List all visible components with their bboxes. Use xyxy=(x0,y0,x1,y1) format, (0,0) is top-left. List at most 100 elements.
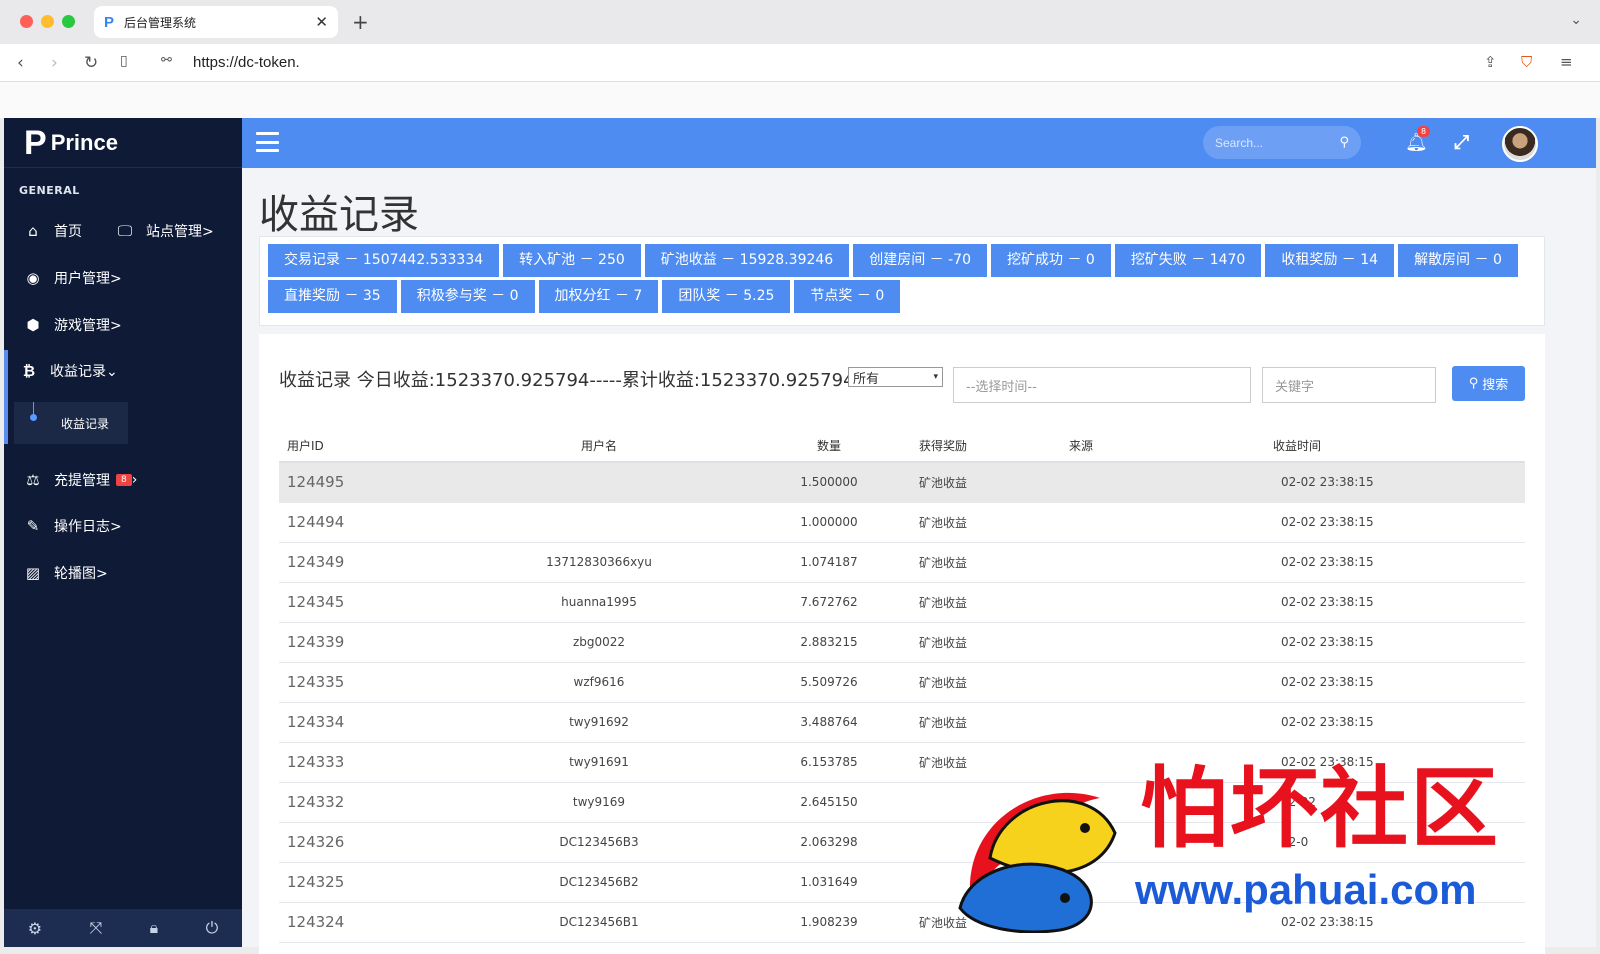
sidebar-item-site[interactable]: 🖵 站点管理> xyxy=(114,211,242,251)
table-row[interactable]: 124345 huanna1995 7.672762 矿池收益 02-02 23:38:… xyxy=(279,582,1525,623)
watermark-text: 怕坏社区 xyxy=(1140,756,1501,860)
power-icon[interactable]: ⏻ xyxy=(206,918,219,938)
search-icon[interactable]: ⚲ xyxy=(1339,135,1349,150)
share-icon[interactable]: ⇪ xyxy=(1484,53,1497,71)
forward-icon[interactable]: › xyxy=(51,53,58,73)
cell-reward: 矿池收益 xyxy=(919,582,1069,623)
table-row[interactable]: 124495 1.500000 矿池收益 02-02 23:38:15 xyxy=(279,462,1525,503)
cell-user-id: 124345 xyxy=(279,582,459,623)
stat-button[interactable]: 交易记录 － 1507442.533334 xyxy=(268,244,500,277)
edit-icon: ✎ xyxy=(26,517,40,535)
menu-icon[interactable]: ≡ xyxy=(1560,53,1573,71)
col-amount: 数量 xyxy=(739,430,919,463)
stat-button[interactable]: 团队奖 － 5.25 xyxy=(662,280,791,313)
close-window-button[interactable] xyxy=(20,15,33,28)
col-time: 收益时间 xyxy=(1239,430,1525,463)
lock-icon[interactable]: 🔒︎ xyxy=(150,918,159,938)
brand[interactable]: P Prince xyxy=(4,118,242,168)
table-header-row: 用户ID 用户名 数量 获得奖励 来源 收益时间 xyxy=(279,430,1525,463)
cell-source xyxy=(1069,662,1239,703)
sidebar-item-label: 收益记录⌄ xyxy=(50,364,118,380)
brave-shield-icon[interactable]: ⛉ xyxy=(1521,53,1532,71)
table-row[interactable]: 124494 1.000000 矿池收益 02-02 23:38:15 xyxy=(279,502,1525,543)
minimize-window-button[interactable] xyxy=(41,15,54,28)
sidebar-footer: ⚙ ⤧ 🔒︎ ⏻ xyxy=(4,909,242,947)
new-tab-button[interactable]: + xyxy=(352,10,369,34)
stat-button[interactable]: 挖矿成功 － 0 xyxy=(991,244,1111,277)
chevron-down-icon: ▾ xyxy=(933,372,938,382)
sidebar-item-banner[interactable]: ▨ 轮播图> xyxy=(4,553,242,593)
cell-user-id: 124349 xyxy=(279,542,459,583)
tab-close-icon[interactable]: ✕ xyxy=(315,13,328,31)
table-row[interactable]: 124334 twy91692 3.488764 矿池收益 02-02 23:38:15 xyxy=(279,702,1525,743)
stat-button[interactable]: 积极参与奖 － 0 xyxy=(400,280,535,313)
stat-button[interactable]: 加权分红 － 7 xyxy=(538,280,659,313)
top-search[interactable]: ⚲ xyxy=(1203,126,1361,159)
sub-indicator-dot xyxy=(30,414,37,421)
hamburger-menu-icon[interactable] xyxy=(256,132,279,152)
bitcoin-icon: ₿ xyxy=(22,362,36,380)
stat-button[interactable]: 收租奖励 － 14 xyxy=(1265,244,1395,277)
records-title: 收益记录 今日收益:1523370.925794-----累计收益:152337… xyxy=(279,370,855,391)
browser-tab[interactable]: P 后台管理系统 ✕ xyxy=(94,6,338,38)
cell-reward: 矿池收益 xyxy=(919,662,1069,703)
cell-reward: 矿池收益 xyxy=(919,542,1069,583)
user-icon: ◉ xyxy=(26,269,40,287)
cell-reward: 矿池收益 xyxy=(919,622,1069,663)
sidebar-item-deposit[interactable]: ⚖ 充提管理 8 › xyxy=(4,460,242,500)
cell-amount: 2.883215 xyxy=(739,622,919,663)
cell-time: 02-02 23:38:15 xyxy=(1239,582,1525,623)
sidebar-item-earnings[interactable]: ₿ 收益记录⌄ xyxy=(4,351,132,391)
url-field[interactable]: https://dc-token. xyxy=(193,54,300,71)
gear-icon[interactable]: ⚙ xyxy=(28,919,42,938)
cell-reward: 矿池收益 xyxy=(919,462,1069,503)
stat-button[interactable]: 转入矿池 － 250 xyxy=(503,244,641,277)
cell-user-id: 124333 xyxy=(279,742,459,783)
sidebar-item-games[interactable]: ⬢ 游戏管理> xyxy=(4,305,242,345)
col-user-id: 用户ID xyxy=(279,430,459,463)
stat-button[interactable]: 矿池收益 － 15928.39246 xyxy=(644,244,850,277)
cell-amount: 5.509726 xyxy=(739,662,919,703)
keyword-input[interactable]: 关键字 xyxy=(1262,367,1436,403)
stat-button[interactable]: 创建房间 － -70 xyxy=(853,244,987,277)
stat-button[interactable]: 节点奖 － 0 xyxy=(794,280,901,313)
sidebar-item-logs[interactable]: ✎ 操作日志> xyxy=(4,506,242,546)
sidebar-subitem-earnings[interactable]: 收益记录 xyxy=(14,402,128,444)
sidebar-item-home[interactable]: ⌂ 首页 xyxy=(4,211,114,251)
browser-tab-bar: P 后台管理系统 ✕ + ⌄ xyxy=(0,0,1600,44)
cell-username: huanna1995 xyxy=(459,582,739,623)
reload-icon[interactable]: ↻ xyxy=(84,53,98,73)
expand-icon[interactable]: ⤢ xyxy=(1454,131,1469,153)
tab-list-chevron-icon[interactable]: ⌄ xyxy=(1570,12,1582,28)
bookmark-icon[interactable]: ▯ xyxy=(120,53,128,69)
cell-amount: 1.074187 xyxy=(739,542,919,583)
fullscreen-icon[interactable]: ⤧ xyxy=(89,918,102,938)
cell-amount: 1.908239 xyxy=(739,902,919,943)
stat-button[interactable]: 解散房间 － 0 xyxy=(1398,244,1518,277)
sidebar-item-users[interactable]: ◉ 用户管理> xyxy=(4,258,242,298)
brand-logo-icon: P xyxy=(24,123,47,162)
window-controls[interactable] xyxy=(20,15,75,28)
cell-user-id: 124325 xyxy=(279,862,459,903)
date-picker-input[interactable]: --选择时间-- xyxy=(953,367,1251,403)
table-row[interactable]: 124335 wzf9616 5.509726 矿池收益 02-02 23:38:15 xyxy=(279,662,1525,703)
site-settings-icon[interactable]: ⚯ xyxy=(161,53,172,68)
cell-time: 02-02 23:38:15 xyxy=(1239,702,1525,743)
table-row[interactable]: 124349 13712830366xyu 1.074187 矿池收益 02-02 23… xyxy=(279,542,1525,583)
stat-button[interactable]: 直推奖励 － 35 xyxy=(268,280,397,313)
avatar[interactable] xyxy=(1502,126,1538,162)
cell-user-id: 124495 xyxy=(279,462,459,503)
type-select[interactable]: 所有 ▾ xyxy=(848,367,943,387)
search-input[interactable] xyxy=(1215,135,1325,150)
maximize-window-button[interactable] xyxy=(62,15,75,28)
search-button[interactable]: ⚲ 搜索 xyxy=(1452,366,1525,401)
scale-icon: ⚖ xyxy=(26,471,40,489)
cell-amount: 1.500000 xyxy=(739,462,919,503)
cell-source xyxy=(1069,502,1239,543)
table-row[interactable]: 124339 zbg0022 2.883215 矿池收益 02-02 23:38:15 xyxy=(279,622,1525,663)
notification-bell-icon[interactable]: 🔔︎ 8 xyxy=(1405,126,1431,153)
back-icon[interactable]: ‹ xyxy=(17,53,24,73)
cell-amount: 2.063298 xyxy=(739,822,919,863)
search-icon: ⚲ xyxy=(1468,376,1479,391)
stat-button[interactable]: 挖矿失败 － 1470 xyxy=(1114,244,1262,277)
